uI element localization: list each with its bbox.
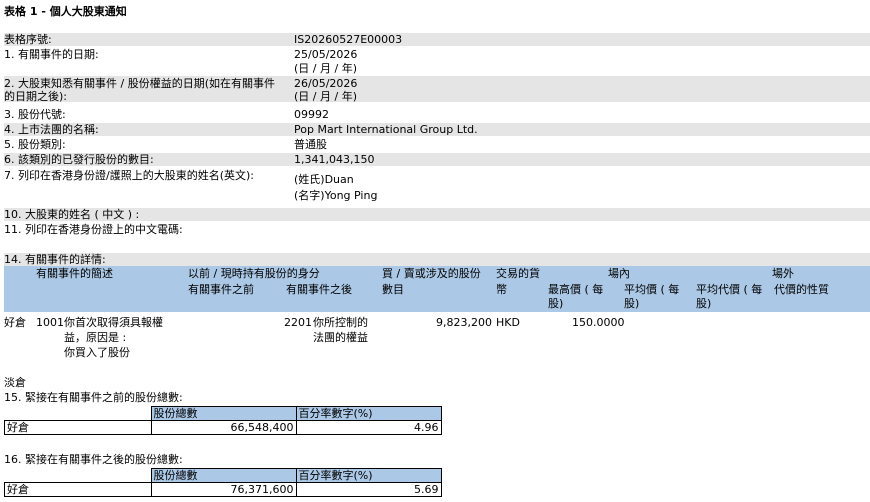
hdr-avg-consideration-cont: 股): [696, 297, 712, 310]
hdr-shares: 買 / 賣或涉及的股份: [382, 267, 481, 280]
english-name-label: 7. 列印在香港身份證/護照上的大股東的姓名(英文):: [4, 169, 254, 182]
event-date-value: 25/05/2026: [294, 48, 358, 61]
section15-pct: 4.96: [295, 420, 442, 435]
hdr-high-price: 最高價 ( 每: [548, 283, 604, 296]
aware-date-label: 2. 大股東知悉有關事件 / 股份權益的日期(如在有關事件: [4, 77, 275, 90]
hdr-on-exchange: 場內: [608, 267, 630, 280]
section15-label: 15. 緊接在有關事件之前的股份總數:: [4, 391, 183, 404]
capacity-desc-line2: 法團的權益: [313, 331, 368, 344]
section15-row-label: 好倉: [4, 420, 152, 435]
section15-shares: 66,548,400: [150, 420, 297, 435]
chinese-name-label: 10. 大股東的姓名 ( 中文 ) :: [4, 208, 140, 221]
aware-date-label-cont: 的日期之後):: [4, 90, 67, 103]
hdr-event-code: 有關事件的簡述: [36, 267, 113, 280]
aware-date-value: 26/05/2026: [294, 77, 358, 90]
chinese-code-label: 11. 列印在香港身份證上的中文電碼:: [4, 223, 183, 236]
section16-col-pct: 百分率數字(%): [295, 468, 442, 483]
capacity-code: 2201: [284, 316, 312, 329]
share-class-label: 5. 股份類別:: [4, 138, 66, 151]
short-position-label: 淡倉: [4, 376, 26, 389]
event-desc-line3: 你買入了股份: [64, 346, 130, 359]
section16-shares: 76,371,600: [150, 482, 297, 497]
corp-name-label: 4. 上市法團的名稱:: [4, 123, 99, 136]
section15-col-shares: 股份總數: [150, 406, 297, 421]
share-class-value: 普通股: [294, 138, 327, 151]
event-desc-line2: 益，原因是 :: [64, 331, 127, 344]
hdr-shares-cont: 數目: [382, 283, 404, 296]
issued-shares-value: 1,341,043,150: [294, 153, 375, 166]
capacity-desc-line1: 你所控制的: [313, 316, 368, 329]
section16-table: 股份總數 百分率數字(%) 好倉 76,371,600 5.69: [4, 468, 442, 497]
section16-row-label: 好倉: [4, 482, 152, 497]
section14-label: 14. 有關事件的詳情:: [4, 253, 106, 266]
section16-label: 16. 緊接在有關事件之後的股份總數:: [4, 453, 183, 466]
hdr-capacity: 以前 / 現時持有股份的身分: [188, 267, 320, 280]
event-position: 好倉: [4, 316, 26, 329]
page-title: 表格 1 - 個人大股東通知: [4, 5, 127, 18]
section16-col-shares: 股份總數: [150, 468, 297, 483]
stock-code-value: 09992: [294, 108, 329, 121]
hdr-avg-consideration: 平均代價 ( 每: [696, 283, 763, 296]
issued-shares-label: 6. 該類別的已發行股份的數目:: [4, 153, 154, 166]
high-price-value: 150.0000: [572, 316, 625, 329]
hdr-capacity-before: 有關事件之前: [188, 283, 254, 296]
event-code: 1001: [36, 316, 64, 329]
currency-value: HKD: [496, 316, 520, 329]
section16-pct: 5.69: [295, 482, 442, 497]
serial-value: IS20260527E00003: [294, 33, 403, 46]
shares-involved: 9,823,200: [436, 316, 492, 329]
hdr-currency: 交易的貨: [496, 267, 540, 280]
row-band: [4, 253, 870, 266]
section15-table: 股份總數 百分率數字(%) 好倉 66,548,400 4.96: [4, 406, 442, 435]
corp-name-value: Pop Mart International Group Ltd.: [294, 123, 478, 136]
event-desc-line1: 你首次取得須具報權: [64, 316, 163, 329]
hdr-high-price-cont: 股): [548, 297, 564, 310]
hdr-avg-price-cont: 股): [624, 297, 640, 310]
hdr-capacity-after: 有關事件之後: [286, 283, 352, 296]
event-date-format: (日 / 月 / 年): [294, 62, 357, 75]
hdr-avg-price: 平均價 ( 每: [624, 283, 680, 296]
given-name-value: (名字)Yong Ping: [294, 189, 378, 202]
hdr-off-exchange: 場外: [772, 267, 794, 280]
event-date-label: 1. 有關事件的日期:: [4, 48, 99, 61]
hdr-currency-cont: 幣: [496, 283, 507, 296]
stock-code-label: 3. 股份代號:: [4, 108, 66, 121]
aware-date-format: (日 / 月 / 年): [294, 90, 357, 103]
hdr-consideration-nature: 代價的性質: [774, 283, 829, 296]
section15-col-pct: 百分率數字(%): [295, 406, 442, 421]
serial-label: 表格序號:: [4, 33, 52, 46]
surname-value: (姓氏)Duan: [294, 173, 354, 186]
row-band: [4, 33, 870, 46]
